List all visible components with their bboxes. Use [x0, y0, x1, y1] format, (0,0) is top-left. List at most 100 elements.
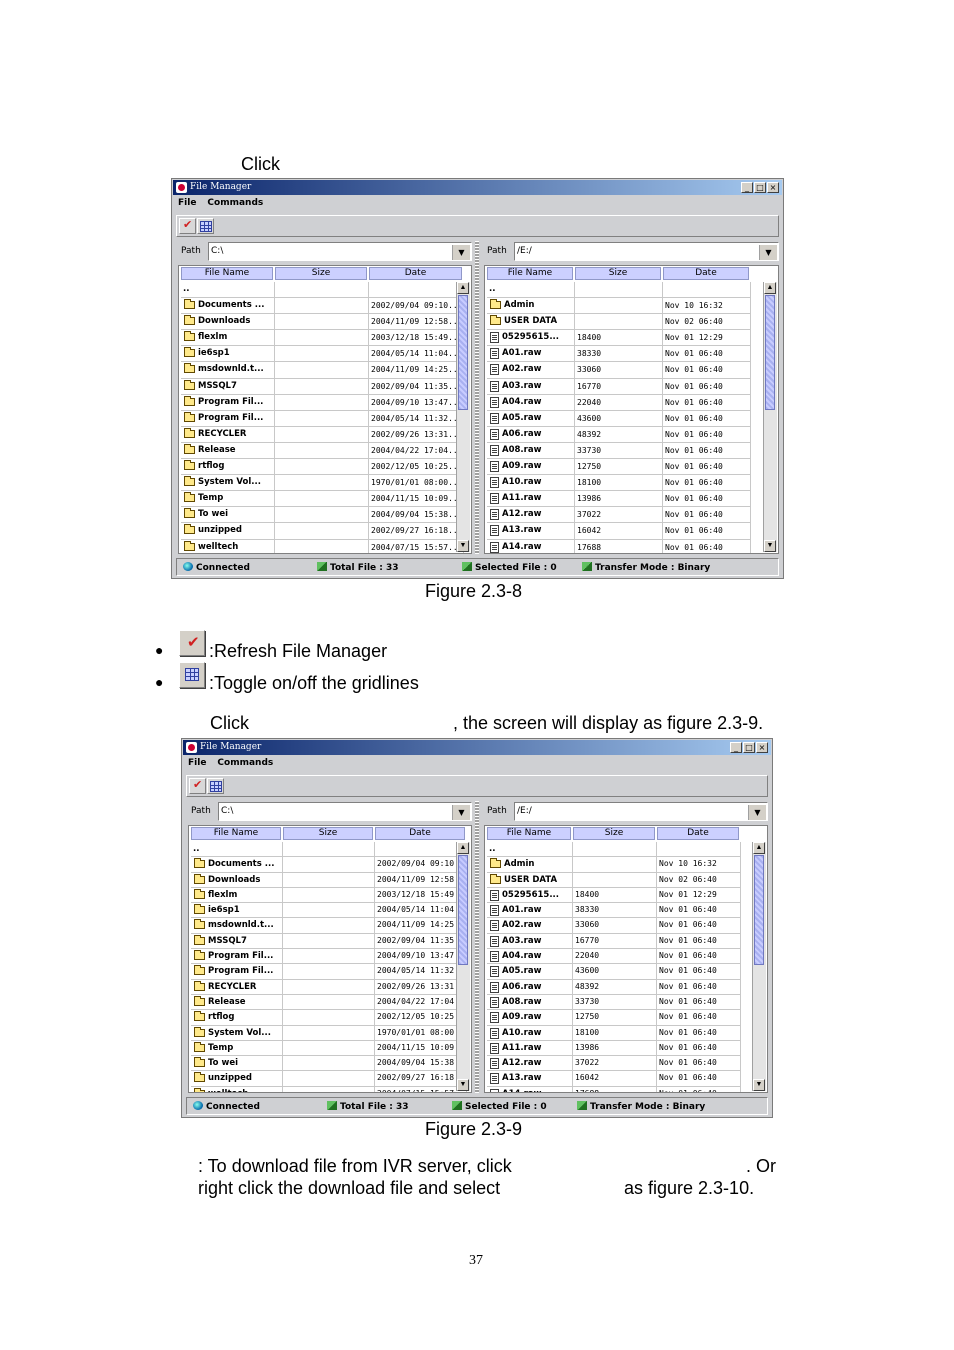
- scroll-down-icon[interactable]: ▼: [764, 540, 776, 552]
- scroll-down-icon[interactable]: ▼: [457, 540, 469, 552]
- table-row[interactable]: Release 2004/04/22 17:04...: [181, 442, 464, 460]
- vertical-scrollbar[interactable]: ▲ ▼: [456, 282, 470, 552]
- table-row[interactable]: A12.raw 37022 Nov 01 06:40: [487, 507, 751, 524]
- scroll-down-icon[interactable]: ▼: [457, 1079, 469, 1091]
- column-header[interactable]: Size: [573, 827, 655, 840]
- table-row[interactable]: USER DATA Nov 02 06:40: [487, 872, 741, 888]
- table-row[interactable]: To wei 2004/09/04 15:38...: [181, 507, 464, 524]
- table-row[interactable]: A06.raw 48392 Nov 01 06:40: [487, 979, 741, 995]
- table-row[interactable]: A06.raw 48392 Nov 01 06:40: [487, 426, 751, 443]
- table-row[interactable]: Program Fil... 2004/05/14 11:32...: [191, 964, 467, 980]
- scroll-thumb[interactable]: [458, 295, 468, 410]
- table-row[interactable]: msdownld.t... 2004/11/09 14:25...: [181, 362, 464, 379]
- table-row[interactable]: System Vol... 1970/01/01 08:00...: [191, 1025, 467, 1041]
- column-header[interactable]: Date: [369, 267, 462, 280]
- table-row[interactable]: A08.raw 33730 Nov 01 06:40: [487, 994, 741, 1011]
- menu-file[interactable]: File: [178, 198, 196, 208]
- table-row[interactable]: A10.raw 18100 Nov 01 06:40: [487, 475, 751, 492]
- scroll-up-icon[interactable]: ▲: [457, 842, 469, 854]
- table-row[interactable]: flexlm 2003/12/18 15:49...: [191, 887, 467, 904]
- gridlines-icon[interactable]: [207, 778, 224, 794]
- table-row[interactable]: ..: [191, 842, 467, 858]
- scroll-thumb[interactable]: [458, 855, 468, 965]
- table-row[interactable]: A03.raw 16770 Nov 01 06:40: [487, 378, 751, 395]
- table-row[interactable]: ie6sp1 2004/05/14 11:04...: [181, 346, 464, 363]
- scroll-up-icon[interactable]: ▲: [457, 282, 469, 294]
- table-row[interactable]: Program Fil... 2004/09/10 13:47...: [181, 394, 464, 411]
- path-select[interactable]: /E:/ ▼: [514, 242, 779, 261]
- table-row[interactable]: A11.raw 13986 Nov 01 06:40: [487, 1040, 741, 1057]
- table-row[interactable]: USER DATA Nov 02 06:40: [487, 314, 751, 331]
- table-row[interactable]: A01.raw 38330 Nov 01 06:40: [487, 346, 751, 363]
- table-row[interactable]: flexlm 2003/12/18 15:49...: [181, 330, 464, 347]
- table-row[interactable]: ..: [181, 282, 464, 299]
- column-header[interactable]: Size: [283, 827, 373, 840]
- table-row[interactable]: A09.raw 12750 Nov 01 06:40: [487, 459, 751, 476]
- table-row[interactable]: welltech 2004/07/15 15:57...: [181, 539, 464, 553]
- table-row[interactable]: unzipped 2002/09/27 16:18...: [191, 1071, 467, 1087]
- scroll-down-icon[interactable]: ▼: [753, 1079, 765, 1091]
- chevron-down-icon[interactable]: ▼: [759, 245, 777, 260]
- path-select[interactable]: C:\ ▼: [218, 802, 472, 821]
- minimize-button[interactable]: _: [730, 742, 742, 753]
- table-row[interactable]: unzipped 2002/09/27 16:18...: [181, 523, 464, 540]
- refresh-icon[interactable]: [179, 218, 196, 234]
- path-select[interactable]: C:\ ▼: [208, 242, 472, 261]
- table-row[interactable]: Temp 2004/11/15 10:09...: [181, 491, 464, 508]
- table-row[interactable]: A02.raw 33060 Nov 01 06:40: [487, 918, 741, 934]
- column-header[interactable]: File Name: [487, 267, 573, 280]
- table-row[interactable]: A13.raw 16042 Nov 01 06:40: [487, 523, 751, 540]
- maximize-button[interactable]: □: [754, 182, 766, 193]
- table-row[interactable]: System Vol... 1970/01/01 08:00...: [181, 475, 464, 492]
- chevron-down-icon[interactable]: ▼: [452, 805, 470, 820]
- table-row[interactable]: Program Fil... 2004/05/14 11:32...: [181, 410, 464, 427]
- table-row[interactable]: A04.raw 22040 Nov 01 06:40: [487, 394, 751, 411]
- table-row[interactable]: A10.raw 18100 Nov 01 06:40: [487, 1025, 741, 1041]
- vertical-scrollbar[interactable]: ▲ ▼: [763, 282, 777, 552]
- column-header[interactable]: Size: [275, 267, 367, 280]
- split-divider[interactable]: [475, 241, 479, 554]
- close-button[interactable]: ×: [756, 742, 768, 753]
- table-row[interactable]: Documents ... 2002/09/04 09:10...: [191, 857, 467, 873]
- table-row[interactable]: A05.raw 43600 Nov 01 06:40: [487, 410, 751, 427]
- table-row[interactable]: A09.raw 12750 Nov 01 06:40: [487, 1010, 741, 1026]
- chevron-down-icon[interactable]: ▼: [452, 245, 470, 260]
- scroll-up-icon[interactable]: ▲: [753, 842, 765, 854]
- scroll-thumb[interactable]: [754, 855, 764, 965]
- table-row[interactable]: Downloads 2004/11/09 12:58...: [181, 314, 464, 331]
- maximize-button[interactable]: □: [743, 742, 755, 753]
- table-row[interactable]: A01.raw 38330 Nov 01 06:40: [487, 903, 741, 919]
- table-row[interactable]: Program Fil... 2004/09/10 13:47...: [191, 949, 467, 965]
- window-titlebar[interactable]: File Manager _ □ ×: [183, 740, 771, 755]
- table-row[interactable]: rtflog 2002/12/05 10:25...: [191, 1010, 467, 1026]
- table-row[interactable]: Release 2004/04/22 17:04...: [191, 994, 467, 1011]
- close-button[interactable]: ×: [767, 182, 779, 193]
- table-row[interactable]: 05295615... 18400 Nov 01 12:29: [487, 330, 751, 347]
- menu-commands[interactable]: Commands: [207, 198, 263, 208]
- window-titlebar[interactable]: File Manager _ □ ×: [173, 180, 782, 195]
- refresh-icon[interactable]: [189, 778, 206, 794]
- chevron-down-icon[interactable]: ▼: [748, 805, 766, 820]
- scroll-thumb[interactable]: [765, 295, 775, 410]
- table-row[interactable]: A12.raw 37022 Nov 01 06:40: [487, 1056, 741, 1072]
- column-header[interactable]: File Name: [191, 827, 281, 840]
- gridlines-icon[interactable]: [197, 218, 214, 234]
- table-row[interactable]: RECYCLER 2002/09/26 13:31...: [191, 979, 467, 995]
- table-row[interactable]: A14.raw 17688Nov 01 06:40: [487, 539, 751, 553]
- table-row[interactable]: A11.raw 13986 Nov 01 06:40: [487, 491, 751, 508]
- table-row[interactable]: Downloads 2004/11/09 12:58...: [191, 872, 467, 888]
- table-row[interactable]: A04.raw 22040 Nov 01 06:40: [487, 949, 741, 965]
- table-row[interactable]: MSSQL7 2002/09/04 11:35...: [191, 933, 467, 950]
- menu-commands[interactable]: Commands: [217, 758, 273, 768]
- scroll-up-icon[interactable]: ▲: [764, 282, 776, 294]
- table-row[interactable]: msdownld.t... 2004/11/09 14:25...: [191, 918, 467, 934]
- table-row[interactable]: A02.raw 33060 Nov 01 06:40: [487, 362, 751, 379]
- table-row[interactable]: welltech 2004/07/15 15:57...: [191, 1086, 467, 1092]
- table-row[interactable]: A14.raw 17688Nov 01 06:40: [487, 1086, 741, 1092]
- table-row[interactable]: Temp 2004/11/15 10:09...: [191, 1040, 467, 1057]
- table-row[interactable]: ..: [487, 842, 741, 858]
- split-divider[interactable]: [475, 801, 479, 1093]
- column-header[interactable]: Size: [575, 267, 661, 280]
- vertical-scrollbar[interactable]: ▲ ▼: [456, 842, 470, 1091]
- table-row[interactable]: ..: [487, 282, 751, 299]
